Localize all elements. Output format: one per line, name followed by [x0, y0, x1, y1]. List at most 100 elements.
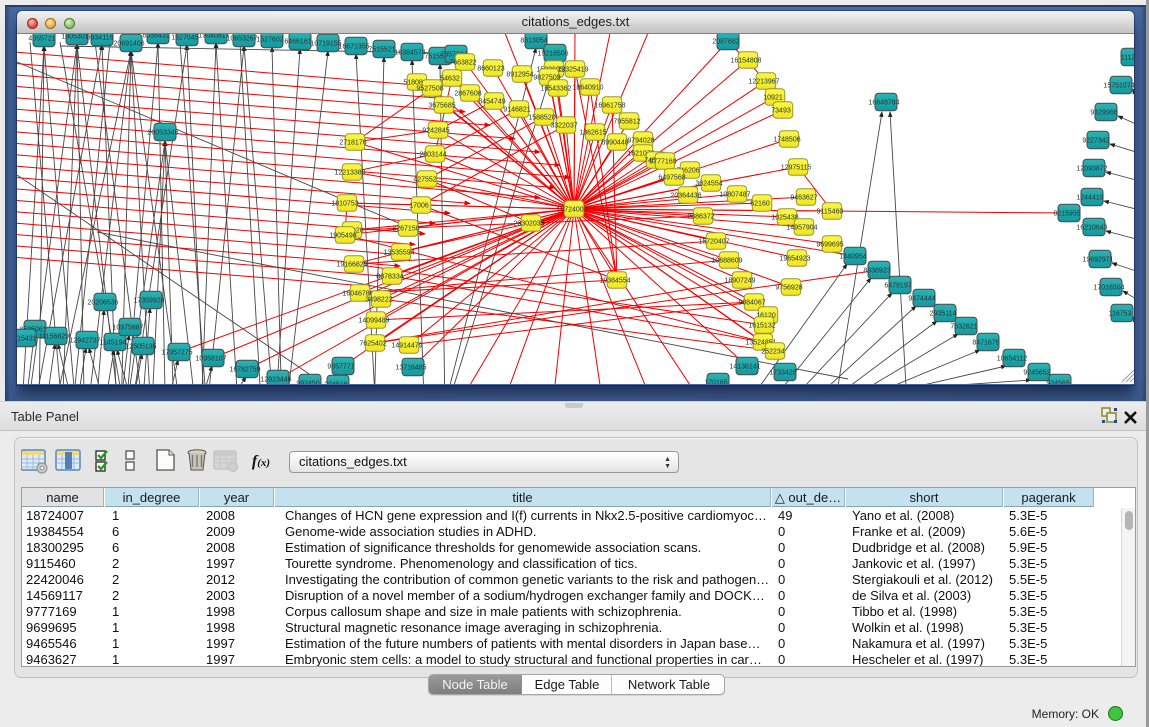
svg-text:10975887: 10975887 [112, 325, 143, 332]
svg-text:3624554: 3624554 [695, 181, 722, 188]
svg-text:14136141: 14136141 [729, 364, 760, 371]
svg-text:20691406: 20691406 [113, 41, 144, 48]
svg-text:18640910: 18640910 [572, 85, 603, 92]
svg-text:1905498: 1905498 [329, 233, 356, 240]
svg-text:9463627: 9463627 [790, 195, 817, 202]
svg-text:8990448: 8990448 [601, 140, 628, 147]
svg-text:15751074: 15751074 [1103, 83, 1134, 90]
svg-text:17957275: 17957275 [161, 350, 192, 357]
svg-text:8267150: 8267150 [392, 226, 419, 233]
svg-text:11156829: 11156829 [39, 334, 69, 341]
svg-text:16543362: 16543362 [540, 86, 571, 93]
svg-text:1615132: 1615132 [748, 323, 775, 330]
svg-text:8878334: 8878334 [376, 274, 403, 281]
svg-text:12923446: 12923446 [260, 377, 291, 384]
svg-text:1733426: 1733426 [769, 370, 796, 377]
svg-text:2087682: 2087682 [712, 39, 739, 46]
svg-text:20206536: 20206536 [87, 300, 118, 307]
svg-text:2386372: 2386372 [687, 214, 714, 221]
svg-text:10688609: 10688609 [711, 258, 742, 265]
svg-text:8813054: 8813054 [520, 38, 547, 45]
svg-text:12093872: 12093872 [1076, 166, 1107, 173]
svg-text:3322037: 3322037 [550, 123, 577, 130]
svg-text:9115460: 9115460 [817, 209, 844, 216]
svg-text:170165: 170165 [704, 380, 727, 385]
svg-text:8912954: 8912954 [506, 72, 533, 79]
svg-text:12505135: 12505135 [125, 344, 156, 351]
svg-text:19692971: 19692971 [1082, 257, 1113, 264]
svg-text:17359928: 17359928 [133, 298, 164, 305]
svg-text:1244419: 1244419 [1076, 195, 1103, 202]
svg-text:10958107: 10958107 [195, 356, 226, 363]
svg-text:2718176: 2718176 [339, 140, 366, 147]
svg-text:3675685: 3675685 [428, 103, 455, 110]
svg-text:17016504: 17016504 [1093, 285, 1124, 292]
svg-text:16961758: 16961758 [594, 103, 625, 110]
svg-text:12213389: 12213389 [334, 170, 365, 177]
svg-text:15720407: 15720407 [698, 239, 729, 246]
svg-text:10921: 10921 [763, 95, 783, 102]
svg-text:8215955: 8215955 [1053, 211, 1080, 218]
svg-text:1362615: 1362615 [579, 130, 606, 137]
svg-text:10807487: 10807487 [719, 192, 750, 199]
svg-text:8454749: 8454749 [478, 99, 505, 106]
svg-text:9699695: 9699695 [816, 242, 843, 249]
svg-text:7632621: 7632621 [950, 324, 977, 331]
svg-text:16671355: 16671355 [338, 44, 369, 51]
svg-text:6466161: 6466161 [284, 39, 311, 46]
svg-text:19040817: 19040817 [198, 34, 229, 40]
svg-text:116753: 116753 [1109, 311, 1132, 318]
svg-text:13716485: 13716485 [395, 365, 426, 372]
svg-text:9474444: 9474444 [908, 296, 935, 303]
svg-text:54632: 54632 [440, 76, 460, 83]
svg-text:14099489: 14099489 [358, 318, 389, 325]
svg-text:9329966: 9329966 [1090, 110, 1117, 117]
svg-text:9857771: 9857771 [327, 364, 354, 371]
svg-text:1905301: 1905301 [61, 34, 88, 41]
svg-text:16648784: 16648784 [868, 100, 899, 107]
svg-text:17006: 17006 [409, 203, 429, 210]
svg-text:19654923: 19654923 [779, 256, 810, 263]
svg-text:2803144: 2803144 [419, 152, 446, 159]
svg-text:3498222: 3498222 [365, 297, 392, 304]
svg-text:9084067: 9084067 [738, 300, 765, 307]
svg-text:9756928: 9756928 [775, 285, 802, 292]
svg-text:f(x): f(x) [252, 453, 270, 470]
svg-text:18724007: 18724007 [556, 207, 587, 214]
svg-text:73493: 73493 [771, 108, 791, 115]
svg-text:9146821: 9146821 [503, 107, 530, 114]
svg-text:1748506: 1748506 [773, 137, 800, 144]
svg-text:6497568: 6497568 [658, 175, 685, 182]
svg-text:11123: 11123 [1121, 55, 1134, 62]
svg-text:9242845: 9242845 [422, 128, 449, 135]
svg-text:23302035: 23302035 [513, 221, 544, 228]
svg-text:1527045: 1527045 [171, 35, 198, 42]
svg-text:9777169: 9777169 [649, 159, 676, 166]
svg-text:62160: 62160 [750, 201, 770, 208]
svg-text:9227342: 9227342 [1082, 138, 1109, 145]
svg-text:12942737: 12942737 [69, 338, 100, 345]
svg-text:8834116: 8834116 [87, 35, 114, 42]
svg-text:1145194: 1145194 [100, 340, 127, 347]
svg-text:204516: 204516 [324, 382, 347, 385]
svg-text:1527602: 1527602 [256, 37, 283, 44]
svg-text:12213967: 12213967 [748, 79, 779, 86]
svg-text:252234: 252234 [761, 349, 784, 356]
svg-text:992450: 992450 [296, 381, 319, 385]
svg-text:2867608: 2867608 [454, 91, 481, 98]
svg-text:7955812: 7955812 [613, 119, 640, 126]
svg-text:9245652: 9245652 [1023, 370, 1050, 377]
svg-text:4055721: 4055721 [28, 36, 55, 43]
svg-text:20364436: 20364436 [670, 193, 701, 200]
svg-text:6056431: 6056431 [142, 34, 169, 40]
svg-text:20053346: 20053346 [147, 130, 178, 137]
svg-text:19166829: 19166829 [336, 262, 367, 269]
svg-text:427552: 427552 [413, 177, 436, 184]
svg-text:1810753: 1810753 [331, 201, 358, 208]
svg-text:8938923: 8938923 [863, 268, 890, 275]
svg-text:14914479: 14914479 [391, 343, 422, 350]
svg-text:6479197: 6479197 [884, 283, 911, 290]
svg-text:10719155: 10719155 [310, 41, 341, 48]
svg-text:924565: 924565 [1046, 381, 1069, 385]
svg-text:12975115: 12975115 [781, 165, 812, 172]
